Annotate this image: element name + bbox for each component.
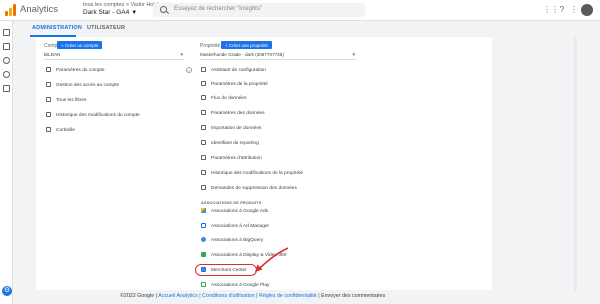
- filter-icon: [46, 97, 51, 102]
- reports-icon[interactable]: [3, 43, 10, 50]
- search-bar[interactable]: Essayez de rechercher "Insights": [153, 3, 365, 17]
- item-label: Tous les filtres: [56, 97, 87, 103]
- app-title: Analytics: [20, 4, 59, 15]
- left-nav-rail: ⚙: [0, 21, 13, 304]
- item-label: Historique des modifications du compte: [56, 112, 140, 118]
- id-icon: [201, 140, 206, 145]
- footer-feedback[interactable]: Envoyer des commentaires: [321, 293, 385, 299]
- item-label: Corbeille: [56, 127, 75, 133]
- ad-manager-icon: [201, 223, 206, 228]
- item-label: Paramètres de la propriété: [211, 81, 268, 87]
- admin-gear-icon[interactable]: ⚙: [2, 286, 12, 296]
- google-play-icon: [201, 282, 206, 287]
- trash-icon: [46, 127, 51, 132]
- footer-link-home[interactable]: Accueil Analytics: [158, 293, 197, 299]
- search-icon: [160, 6, 167, 13]
- account-select[interactable]: BiLDAN ▾: [44, 51, 184, 60]
- property-select-value: Masterhunde Grade - dark (3087707748): [200, 52, 284, 57]
- settings-page-icon: [201, 81, 206, 86]
- item-label: Historique des modifications de la propr…: [211, 170, 303, 176]
- tab-administration[interactable]: ADMINISTRATION: [32, 25, 82, 31]
- item-label: Associations à Google Ads: [211, 208, 269, 214]
- item-label: Gestion des accès au compte: [56, 82, 120, 88]
- collapse-column-icon[interactable]: ‹: [186, 67, 192, 73]
- annotation-arrow-icon: [255, 247, 289, 272]
- admin-panel: Compte + Créer un compte BiLDAN ▾ Paramè…: [36, 37, 492, 290]
- upload-icon: [201, 125, 206, 130]
- item-label: Associations à Ad Manager: [211, 223, 270, 229]
- footer-link-privacy[interactable]: Règles de confidentialité: [259, 293, 317, 299]
- advertising-icon[interactable]: [3, 71, 10, 78]
- admin-tabs: ADMINISTRATION UTILISATEUR: [14, 21, 600, 37]
- property-column-heading: Propriété: [200, 43, 221, 49]
- explore-icon[interactable]: [3, 57, 10, 64]
- dropdown-arrow-icon: ▾: [180, 52, 183, 58]
- create-account-button[interactable]: + Créer un compte: [57, 41, 103, 49]
- copyright: ©2022 Google |: [120, 293, 158, 299]
- attribution-icon: [201, 155, 206, 160]
- item-label: Paramètres d'attribution: [211, 155, 262, 161]
- item-label: Importation de données: [211, 125, 262, 131]
- item-label: Paramètres des données: [211, 110, 265, 116]
- bigquery-icon: [201, 237, 206, 242]
- analytics-logo-icon[interactable]: [5, 4, 16, 16]
- footer: ©2022 Google | Accueil Analytics | Condi…: [120, 293, 385, 299]
- create-property-button[interactable]: + Créer une propriété: [221, 41, 272, 49]
- caret-down-icon: ▼: [131, 10, 138, 16]
- dv360-icon: [201, 252, 206, 257]
- footer-separator: |: [199, 293, 201, 299]
- more-vert-icon[interactable]: ⋮: [569, 5, 579, 15]
- search-input[interactable]: Essayez de rechercher "Insights": [174, 6, 262, 12]
- item-label: Associations à BigQuery: [211, 237, 264, 243]
- item-label: Assistant de configuration: [211, 67, 266, 73]
- help-icon[interactable]: ?: [557, 5, 567, 15]
- apps-grid-icon[interactable]: ⋮⋮: [543, 5, 559, 15]
- tab-utilisateur[interactable]: UTILISATEUR: [87, 25, 125, 31]
- footer-separator: |: [256, 293, 258, 299]
- delete-data-icon: [201, 185, 206, 190]
- item-label: Identifiant de reporting: [211, 140, 259, 146]
- merchant-center-highlight: [195, 264, 257, 276]
- item-label: Associations à Google Play: [211, 282, 270, 288]
- people-icon: [46, 82, 51, 87]
- history-icon: [201, 170, 206, 175]
- checklist-icon: [201, 67, 206, 72]
- database-icon: [201, 110, 206, 115]
- google-ads-icon: [201, 208, 206, 213]
- home-icon[interactable]: [3, 29, 10, 36]
- footer-separator: |: [318, 293, 320, 299]
- property-select[interactable]: Masterhunde Grade - dark (3087707748) ▾: [200, 51, 356, 60]
- top-bar: Analytics tous les comptes > Vador Holdi…: [0, 0, 600, 21]
- item-label: Paramètres du compte: [56, 67, 105, 73]
- dropdown-arrow-icon: ▾: [352, 52, 355, 58]
- product-links-heading: ASSOCIATIONS DE PRODUITS: [201, 201, 262, 205]
- history-icon: [46, 112, 51, 117]
- account-select-value: BiLDAN: [44, 52, 61, 57]
- footer-link-terms[interactable]: Conditions d'utilisation: [202, 293, 255, 299]
- item-label: Flux de données: [211, 95, 247, 101]
- account-name: Dark Star - GA4: [83, 9, 130, 16]
- avatar[interactable]: [581, 4, 593, 16]
- building-icon: [46, 67, 51, 72]
- item-label: Demandes de suppression des données: [211, 185, 297, 191]
- configure-icon[interactable]: [3, 85, 10, 92]
- data-stream-icon: [201, 95, 206, 100]
- account-selector[interactable]: Dark Star - GA4 ▼: [83, 9, 137, 16]
- scrollbar[interactable]: [574, 37, 577, 292]
